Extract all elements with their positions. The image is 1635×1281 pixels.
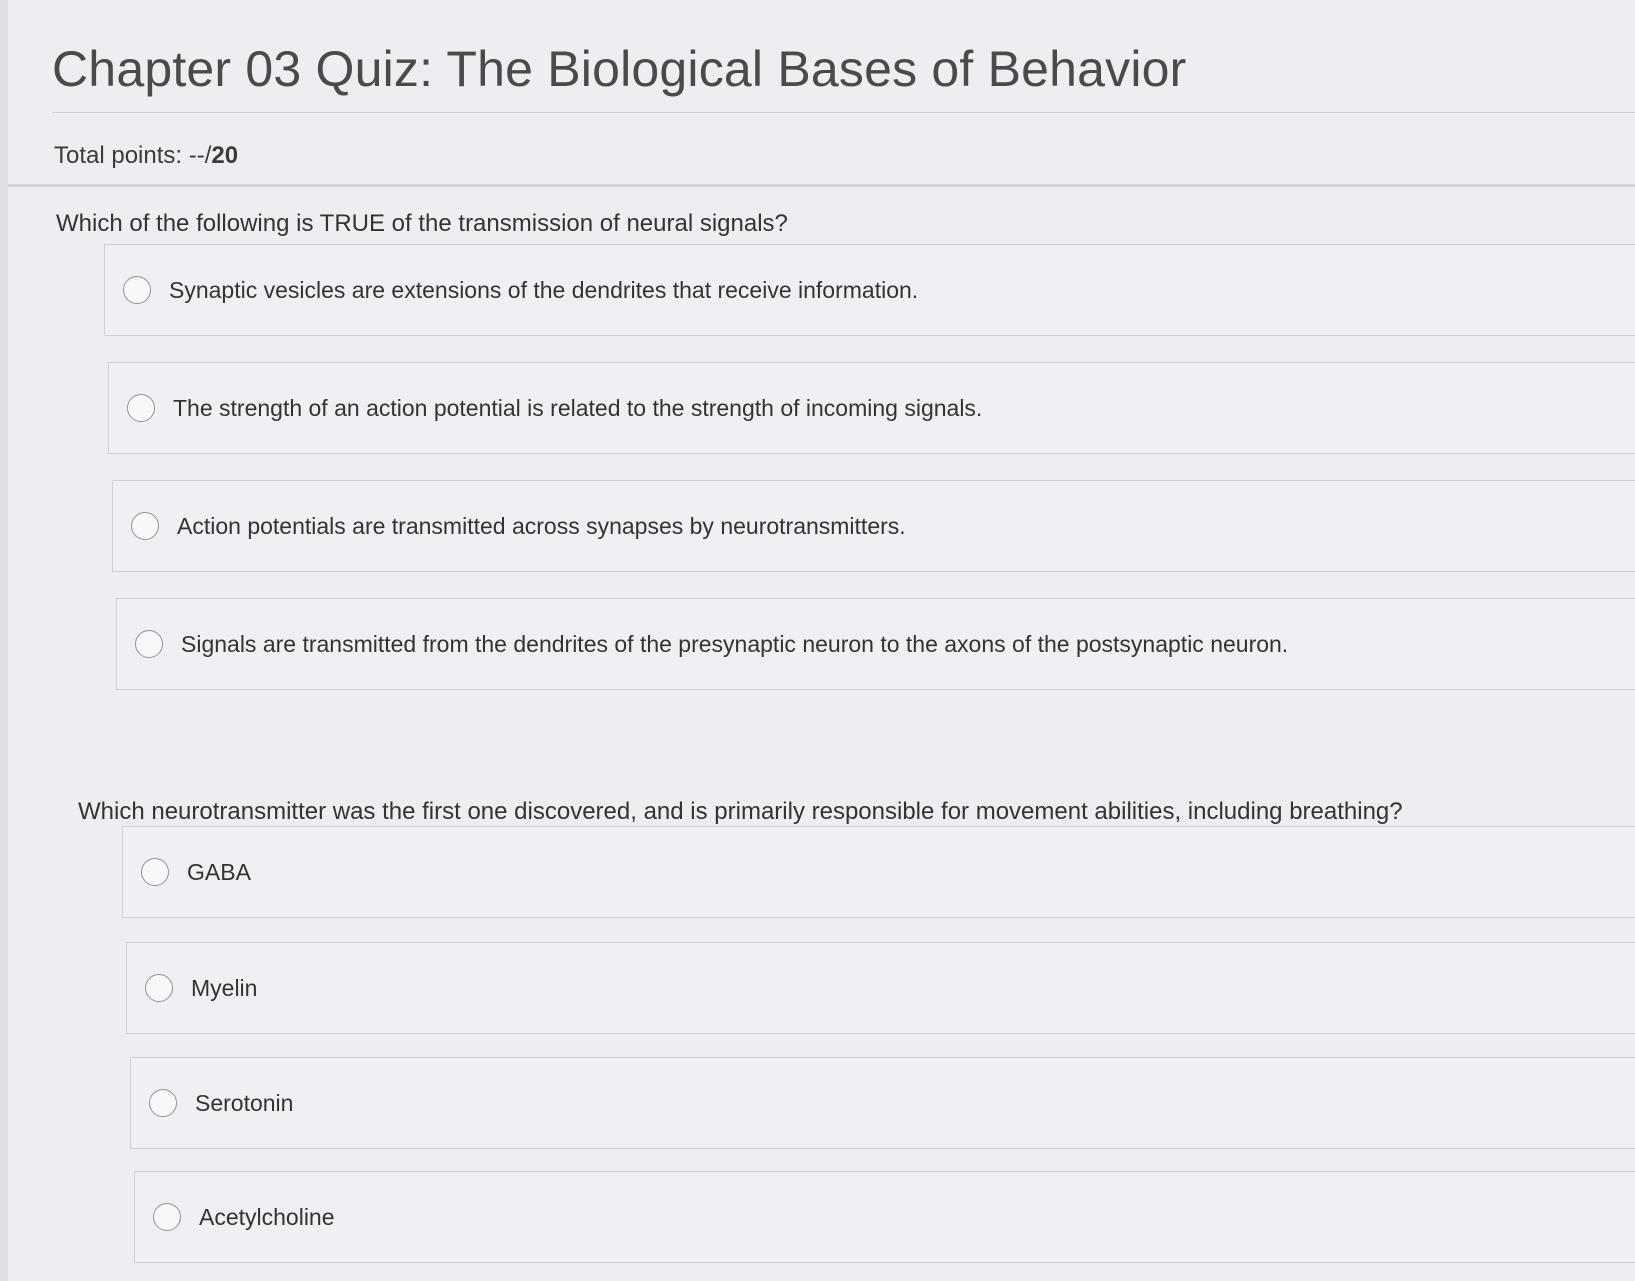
radio-button[interactable] bbox=[127, 394, 155, 422]
option-label: Serotonin bbox=[195, 1089, 294, 1116]
question-1-option-3[interactable]: Action potentials are transmitted across… bbox=[112, 480, 1635, 572]
radio-button[interactable] bbox=[123, 276, 151, 304]
title-divider bbox=[52, 112, 1635, 113]
quiz-page: Chapter 03 Quiz: The Biological Bases of… bbox=[8, 0, 1635, 1281]
question-2-option-4[interactable]: Acetylcholine bbox=[134, 1171, 1635, 1263]
radio-button[interactable] bbox=[131, 512, 159, 540]
question-2-option-1[interactable]: GABA bbox=[122, 826, 1635, 918]
question-1-option-4[interactable]: Signals are transmitted from the dendrit… bbox=[116, 598, 1635, 690]
radio-button[interactable] bbox=[149, 1089, 177, 1117]
option-label: Synaptic vesicles are extensions of the … bbox=[169, 276, 919, 303]
question-2-text: Which neurotransmitter was the first one… bbox=[78, 798, 1403, 825]
total-points-label: Total points: --/ bbox=[54, 142, 212, 169]
question-1-option-1[interactable]: Synaptic vesicles are extensions of the … bbox=[104, 244, 1635, 336]
option-label: GABA bbox=[187, 858, 251, 885]
question-2-option-3[interactable]: Serotonin bbox=[130, 1057, 1635, 1149]
question-2-option-2[interactable]: Myelin bbox=[126, 942, 1635, 1034]
quiz-title: Chapter 03 Quiz: The Biological Bases of… bbox=[52, 41, 1187, 97]
question-1-option-2[interactable]: The strength of an action potential is r… bbox=[108, 362, 1635, 454]
question-1-text: Which of the following is TRUE of the tr… bbox=[56, 210, 788, 237]
radio-button[interactable] bbox=[135, 630, 163, 658]
option-label: Signals are transmitted from the dendrit… bbox=[181, 630, 1289, 657]
radio-button[interactable] bbox=[153, 1203, 181, 1231]
option-label: Action potentials are transmitted across… bbox=[177, 512, 906, 539]
option-label: Myelin bbox=[191, 974, 258, 1001]
option-label: The strength of an action potential is r… bbox=[173, 394, 983, 421]
total-points-value: 20 bbox=[211, 142, 239, 169]
total-points: Total points: --/20 bbox=[54, 142, 238, 170]
radio-button[interactable] bbox=[141, 858, 169, 886]
section-divider bbox=[8, 184, 1635, 187]
radio-button[interactable] bbox=[145, 974, 173, 1002]
option-label: Acetylcholine bbox=[199, 1203, 335, 1230]
